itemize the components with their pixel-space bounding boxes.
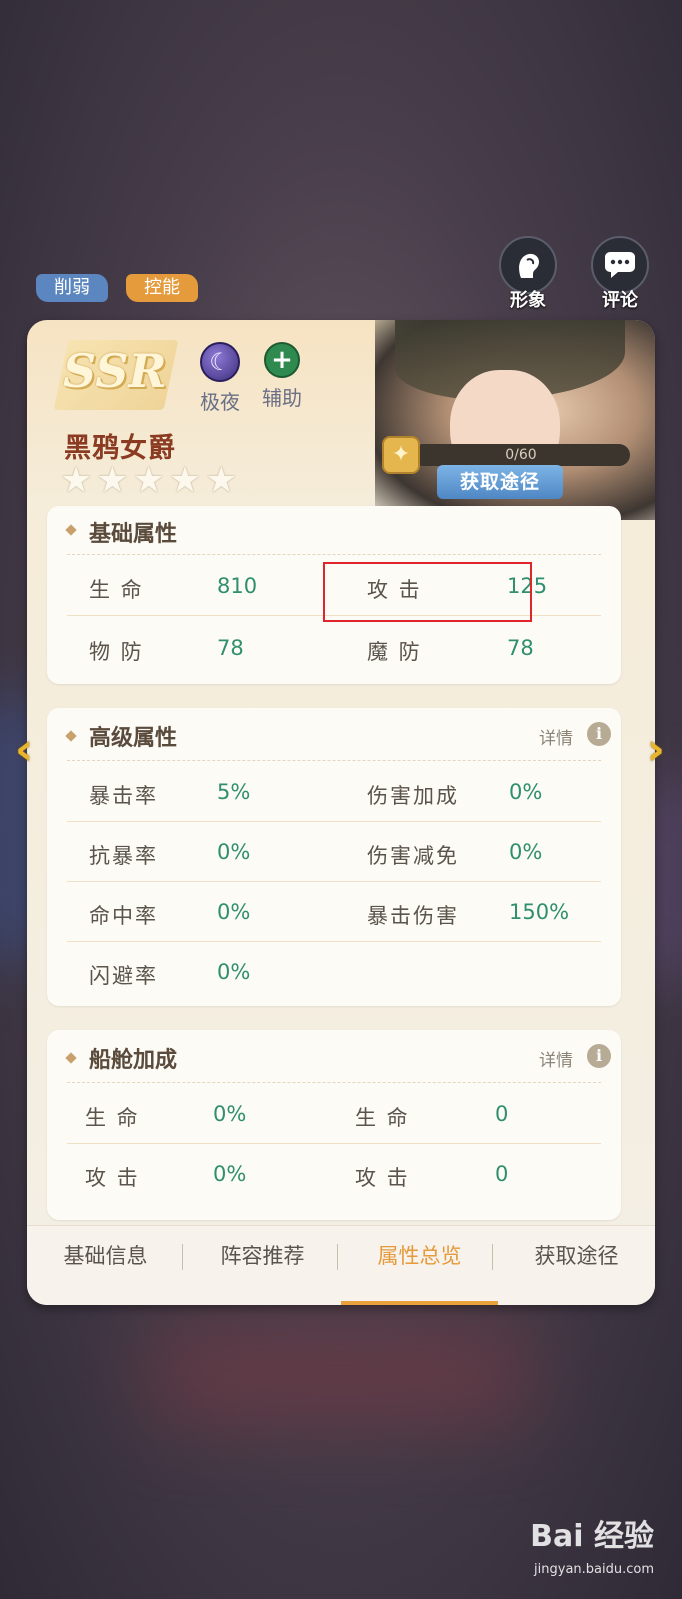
next-hero-arrow-icon[interactable]: › <box>636 720 676 780</box>
moon-icon: ☾ <box>200 342 240 382</box>
table-row: 命中率 0% 暴击伤害 150% <box>67 884 601 942</box>
advanced-attributes-card: 高级属性 详情 i 暴击率 5% 伤害加成 0% 抗暴率 0% 伤害减免 0% … <box>47 708 621 1006</box>
info-icon[interactable]: i <box>587 1044 611 1068</box>
ship-detail-link[interactable]: 详情 <box>539 1046 573 1071</box>
stat-label: 伤害减免 <box>367 844 459 868</box>
figure-button[interactable]: 形象 <box>496 236 560 312</box>
stat-label: 暴击率 <box>89 784 158 808</box>
star-icon: ★ <box>168 460 202 501</box>
fragment-progress-bar: 0/60 <box>412 444 630 466</box>
stat-label: 命中率 <box>89 904 158 928</box>
star-rating: ★ ★ ★ ★ ★ <box>60 460 237 501</box>
stat-value: 0 <box>495 1102 509 1126</box>
puzzle-piece-icon: ✦ <box>382 436 420 474</box>
stat-value: 0% <box>217 900 251 924</box>
advanced-detail-link[interactable]: 详情 <box>539 724 573 749</box>
table-row: 暴击率 5% 伤害加成 0% <box>67 764 601 822</box>
stat-value: 78 <box>507 636 534 660</box>
stat-label: 抗暴率 <box>89 844 158 868</box>
stat-value: 5% <box>217 780 251 804</box>
star-icon: ★ <box>96 460 129 501</box>
plus-icon: + <box>264 342 300 378</box>
star-icon: ★ <box>205 460 238 501</box>
tab-attributes[interactable]: 属性总览 <box>341 1226 498 1305</box>
stat-value: 0 <box>495 1162 509 1186</box>
stat-label: 物 防 <box>89 640 144 664</box>
stat-label: 攻 击 <box>85 1166 140 1190</box>
stat-value: 0% <box>509 780 543 804</box>
stat-value: 810 <box>217 574 258 598</box>
hero-detail-panel: SSR ☾ 极夜 + 辅助 黑鸦女爵 ★ ★ ★ ★ ★ 0/60 ✦ 获取途径… <box>27 320 655 1305</box>
tab-lineup[interactable]: 阵容推荐 <box>184 1226 341 1305</box>
stat-value: 0% <box>217 840 251 864</box>
fragment-count: 0/60 <box>505 447 537 463</box>
stat-value: 0% <box>213 1162 247 1186</box>
bottom-tab-bar: 基础信息 阵容推荐 属性总览 获取途径 <box>27 1225 655 1305</box>
watermark-url: jingyan.baidu.com <box>534 1562 654 1577</box>
info-icon[interactable]: i <box>587 722 611 746</box>
stat-label: 闪避率 <box>89 964 158 988</box>
stat-value: 78 <box>217 636 244 660</box>
figure-label: 形象 <box>510 290 546 311</box>
stat-label: 暴击伤害 <box>367 904 459 928</box>
advanced-attributes-title: 高级属性 <box>89 726 178 751</box>
stat-label: 伤害加成 <box>367 784 459 808</box>
stat-label: 生 命 <box>85 1106 140 1130</box>
table-row: 抗暴率 0% 伤害减免 0% <box>67 824 601 882</box>
table-row: 攻 击 0% 攻 击 0 <box>67 1146 601 1204</box>
highlight-box <box>323 562 532 622</box>
stat-label: 生 命 <box>355 1106 410 1130</box>
table-row: 物 防 78 魔 防 78 <box>67 620 601 678</box>
star-icon: ★ <box>60 460 93 501</box>
ship-bonus-title: 船舱加成 <box>89 1048 178 1073</box>
previous-hero-arrow-icon[interactable]: ‹ <box>4 720 44 780</box>
stat-value: 150% <box>509 900 570 924</box>
role-label: 辅助 <box>262 386 302 410</box>
faction-tag[interactable]: ☾ 极夜 <box>190 342 250 415</box>
ship-bonus-card: 船舱加成 详情 i 生 命 0% 生 命 0 攻 击 0% 攻 击 0 <box>47 1030 621 1220</box>
tag-weaken: 削弱 <box>36 274 108 302</box>
stat-value: 0% <box>509 840 543 864</box>
rarity-badge: SSR <box>63 344 167 398</box>
comment-button[interactable]: 评论 <box>588 236 652 312</box>
stat-label: 魔 防 <box>367 640 422 664</box>
stat-value: 0% <box>213 1102 247 1126</box>
stat-label: 生 命 <box>89 578 144 602</box>
obtain-button[interactable]: 获取途径 <box>437 465 563 499</box>
stat-value: 0% <box>217 960 251 984</box>
basic-attributes-title: 基础属性 <box>89 522 178 547</box>
tab-obtain[interactable]: 获取途径 <box>498 1226 655 1305</box>
star-icon: ★ <box>132 460 165 501</box>
tag-control: 控能 <box>126 274 198 302</box>
tab-basic-info[interactable]: 基础信息 <box>27 1226 184 1305</box>
watermark-logo: Bai 经验 <box>530 1519 654 1554</box>
comment-label: 评论 <box>602 290 638 311</box>
role-tag[interactable]: + 辅助 <box>252 342 312 411</box>
table-row: 闪避率 0% <box>67 944 601 1002</box>
stat-label: 攻 击 <box>355 1166 410 1190</box>
faction-label: 极夜 <box>200 390 240 414</box>
table-row: 生 命 0% 生 命 0 <box>67 1086 601 1144</box>
